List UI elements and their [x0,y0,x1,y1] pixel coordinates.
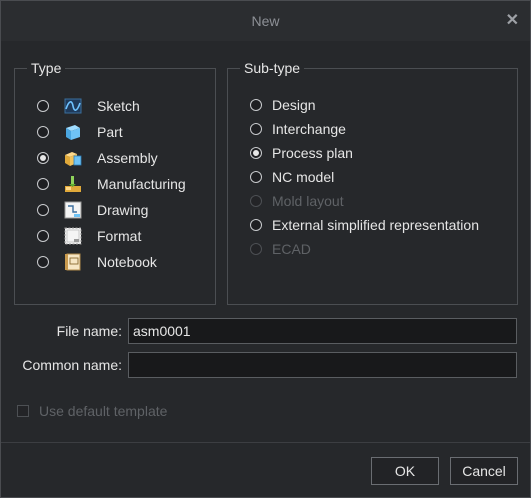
subtype-item-interchange[interactable]: Interchange [250,118,346,140]
type-label-manufacturing: Manufacturing [97,176,186,192]
type-group-legend: Type [31,60,62,76]
footer-divider [1,442,530,443]
notebook-icon [65,253,81,271]
subtype-label-nc-model: NC model [272,169,335,185]
common-name-input[interactable] [128,352,517,378]
subtype-item-mold-layout: Mold layout [250,190,344,212]
type-item-format[interactable]: Format [37,225,141,247]
format-radio[interactable] [37,230,49,242]
manufacturing-radio[interactable] [37,178,49,190]
type-item-manufacturing[interactable]: Manufacturing [37,173,186,195]
new-dialog: New ✕ Type Sketch Part Assembly Manufact… [0,0,531,498]
format-icon [64,227,82,245]
dialog-title: New [251,13,280,29]
type-item-part[interactable]: Part [37,121,123,143]
design-radio[interactable] [250,99,262,111]
interchange-radio[interactable] [250,123,262,135]
use-default-template-checkbox [17,405,29,417]
notebook-radio[interactable] [37,256,49,268]
manufacturing-icon [65,176,81,192]
file-name-input[interactable]: asm0001 [128,318,517,344]
subtype-item-external-simplified[interactable]: External simplified representation [250,214,479,236]
subtype-label-process-plan: Process plan [272,145,353,161]
process-plan-radio[interactable] [250,147,262,159]
file-name-label: File name: [56,323,122,339]
drawing-icon [64,201,82,219]
mold-layout-radio [250,195,262,207]
subtype-item-ecad: ECAD [250,238,311,260]
subtype-label-mold-layout: Mold layout [272,193,344,209]
sketch-radio[interactable] [37,100,49,112]
part-radio[interactable] [37,126,49,138]
use-default-template-option: Use default template [17,403,167,419]
type-label-drawing: Drawing [97,202,149,218]
subtype-label-interchange: Interchange [272,121,346,137]
type-label-notebook: Notebook [97,254,157,270]
type-item-notebook[interactable]: Notebook [37,251,157,273]
type-label-part: Part [97,124,123,140]
type-item-drawing[interactable]: Drawing [37,199,148,221]
close-icon[interactable]: ✕ [506,10,519,30]
ecad-radio [250,243,262,255]
subtype-label-design: Design [272,97,316,113]
use-default-template-label: Use default template [39,403,168,419]
type-item-sketch[interactable]: Sketch [37,95,140,117]
subtype-label-ecad: ECAD [272,241,311,257]
type-label-format: Format [97,228,142,244]
assembly-radio[interactable] [37,152,49,164]
title-bar[interactable]: New ✕ [1,1,530,41]
ok-button[interactable]: OK [371,457,439,485]
subtype-item-nc-model[interactable]: NC model [250,166,334,188]
type-item-assembly[interactable]: Assembly [37,147,158,169]
common-name-label: Common name: [22,357,122,373]
subtype-label-external-simplified: External simplified representation [272,217,479,233]
sketch-icon [64,98,82,114]
subtype-item-process-plan[interactable]: Process plan [250,142,353,164]
type-label-assembly: Assembly [97,150,158,166]
subtype-item-design[interactable]: Design [250,94,316,116]
nc-model-radio[interactable] [250,171,262,183]
cancel-button[interactable]: Cancel [450,457,518,485]
assembly-icon [65,152,82,166]
type-label-sketch: Sketch [97,98,140,114]
part-icon [66,125,80,140]
external-simplified-radio[interactable] [250,219,262,231]
drawing-radio[interactable] [37,204,49,216]
subtype-group-legend: Sub-type [244,60,301,76]
